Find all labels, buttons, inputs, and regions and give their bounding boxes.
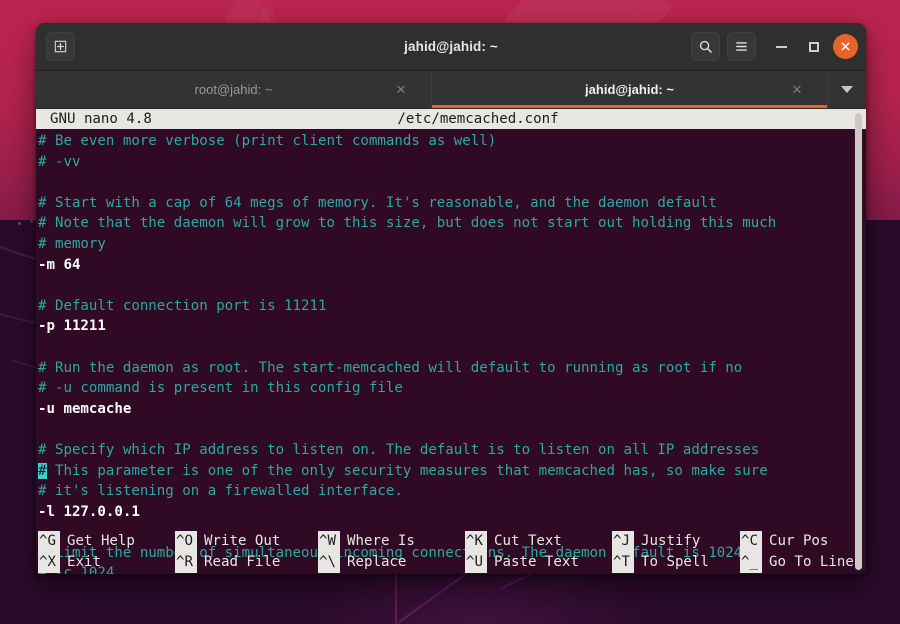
tab-bar: root@jahid: ~ ✕ jahid@jahid: ~ ✕ <box>36 71 866 109</box>
nano-line: # Start with a cap of 64 megs of memory.… <box>38 194 717 211</box>
maximize-icon <box>808 41 819 52</box>
shortcut-item[interactable]: ^T To Spell <box>612 552 740 573</box>
nano-shortcut-bar: ^G Get Help ^X Exit ^O Write Out ^R Read File ^W… <box>36 530 866 574</box>
nano-line: -m 64 <box>38 256 81 273</box>
shortcut-label: Read File <box>204 554 281 570</box>
nano-line: # -u command is present in this config f… <box>38 380 403 397</box>
shortcut-item[interactable]: ^O Write Out <box>175 531 318 552</box>
minimize-icon <box>776 45 787 48</box>
shortcut-label: Cut Text <box>494 533 562 549</box>
nano-line: -u memcache <box>38 400 132 417</box>
terminal-content[interactable]: GNU nano 4.8 /etc/memcached.conf # Be ev… <box>36 109 866 574</box>
shortcut-key: ^\ <box>318 552 340 573</box>
nano-line <box>38 172 866 193</box>
nano-line <box>38 275 866 296</box>
tab-jahid[interactable]: jahid@jahid: ~ ✕ <box>432 71 828 108</box>
shortcut-item[interactable]: ^K Cut Text <box>465 531 612 552</box>
nano-editor-text[interactable]: # Be even more verbose (print client com… <box>36 129 866 574</box>
nano-line: # it's listening on a firewalled interfa… <box>38 483 403 500</box>
shortcut-label: Exit <box>67 554 101 570</box>
shortcut-label: Go To Line <box>769 554 854 570</box>
tab-label: jahid@jahid: ~ <box>585 82 674 97</box>
maximize-button[interactable] <box>801 34 826 59</box>
nano-line: # memory <box>38 235 106 252</box>
terminal-scrollbar-thumb[interactable] <box>855 113 862 570</box>
minimize-button[interactable] <box>769 34 794 59</box>
wallpaper-dot-2 <box>30 220 33 223</box>
shortcut-label: Cur Pos <box>769 533 829 549</box>
shortcut-column: ^G Get Help ^X Exit <box>38 530 175 574</box>
terminal-window: jahid@jahid: ~ root@jahid: ~ ✕ jahid@jah… <box>36 23 866 574</box>
nano-line: -l 127.0.0.1 <box>38 503 140 520</box>
nano-line: # Specify which IP address to listen on.… <box>38 441 760 458</box>
shortcut-label: Where Is <box>347 533 415 549</box>
text-cursor: # <box>38 462 47 479</box>
tab-root[interactable]: root@jahid: ~ ✕ <box>36 71 432 108</box>
shortcut-label: Get Help <box>67 533 135 549</box>
shortcut-key: ^J <box>612 531 634 552</box>
shortcut-key: ^O <box>175 531 197 552</box>
shortcut-column: ^K Cut Text ^U Paste Text <box>465 530 612 574</box>
shortcut-item[interactable]: ^X Exit <box>38 552 175 573</box>
shortcut-item[interactable]: ^R Read File <box>175 552 318 573</box>
shortcut-key: ^T <box>612 552 634 573</box>
shortcut-item[interactable]: ^U Paste Text <box>465 552 612 573</box>
new-tab-button[interactable] <box>46 32 75 61</box>
tab-close-button[interactable]: ✕ <box>393 82 409 98</box>
search-icon <box>699 40 712 53</box>
nano-line: # Run the daemon as root. The start-memc… <box>38 359 743 376</box>
shortcut-key: ^X <box>38 552 60 573</box>
shortcut-column: ^J Justify ^T To Spell <box>612 530 740 574</box>
shortcut-column: ^W Where Is ^\ Replace <box>318 530 465 574</box>
shortcut-label: To Spell <box>641 554 709 570</box>
nano-line: # -vv <box>38 153 81 170</box>
shortcut-item[interactable]: ^\ Replace <box>318 552 465 573</box>
nano-header-bar: GNU nano 4.8 /etc/memcached.conf <box>36 109 866 129</box>
shortcut-label: Justify <box>641 533 701 549</box>
nano-line <box>38 419 866 440</box>
tab-label: root@jahid: ~ <box>194 82 273 97</box>
shortcut-item[interactable]: ^W Where Is <box>318 531 465 552</box>
new-tab-icon <box>54 40 67 53</box>
shortcut-key: ^K <box>465 531 487 552</box>
shortcut-label: Paste Text <box>494 554 579 570</box>
nano-line: # This parameter is one of the only secu… <box>38 462 768 479</box>
shortcut-column: ^O Write Out ^R Read File <box>175 530 318 574</box>
nano-line: # Default connection port is 11211 <box>38 297 327 314</box>
chevron-down-icon <box>841 86 853 93</box>
nano-line: -p 11211 <box>38 318 106 335</box>
shortcut-label: Write Out <box>204 533 281 549</box>
close-icon <box>841 42 850 51</box>
shortcut-item[interactable]: ^_ Go To Line <box>740 552 854 573</box>
window-controls <box>691 32 858 61</box>
shortcut-key: ^G <box>38 531 60 552</box>
shortcut-label: Replace <box>347 554 407 570</box>
shortcut-key: ^U <box>465 552 487 573</box>
menu-button[interactable] <box>727 32 756 61</box>
shortcut-key: ^C <box>740 531 762 552</box>
close-button[interactable] <box>833 34 858 59</box>
shortcut-column: ^C Cur Pos ^_ Go To Line <box>740 530 854 574</box>
shortcut-item[interactable]: ^G Get Help <box>38 531 175 552</box>
wallpaper-dot-1 <box>18 222 21 225</box>
terminal-scrollbar[interactable] <box>854 113 863 570</box>
window-titlebar: jahid@jahid: ~ <box>36 23 866 71</box>
nano-filename-label: /etc/memcached.conf <box>397 111 559 127</box>
tab-close-button[interactable]: ✕ <box>789 82 805 98</box>
nano-line: # Note that the daemon will grow to this… <box>38 215 777 232</box>
shortcut-key: ^R <box>175 552 197 573</box>
search-button[interactable] <box>691 32 720 61</box>
shortcut-item[interactable]: ^C Cur Pos <box>740 531 854 552</box>
shortcut-key: ^_ <box>740 552 762 573</box>
shortcut-key: ^W <box>318 531 340 552</box>
nano-line: # Be even more verbose (print client com… <box>38 133 497 149</box>
tab-list-dropdown-button[interactable] <box>828 71 866 108</box>
hamburger-menu-icon <box>736 42 747 51</box>
nano-line <box>38 337 866 358</box>
shortcut-item[interactable]: ^J Justify <box>612 531 740 552</box>
